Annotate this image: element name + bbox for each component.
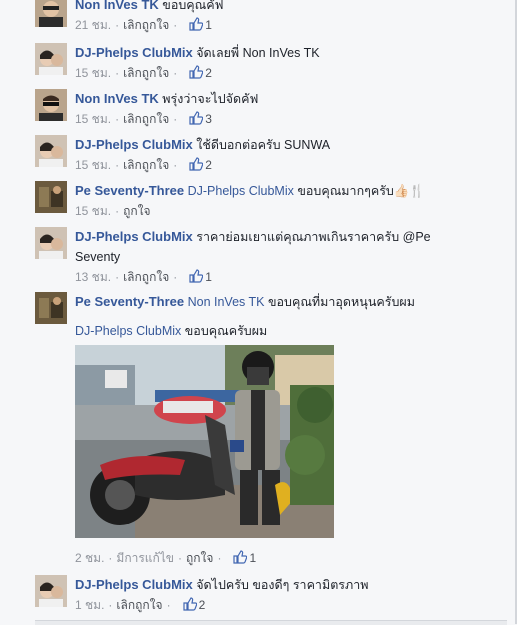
comment-meta: 21 ชม. · เลิกถูกใจ · 1 xyxy=(75,17,212,32)
comment-mention[interactable]: Non InVes TK xyxy=(188,295,265,309)
comment-mention[interactable]: DJ-Phelps ClubMix xyxy=(188,184,294,198)
edited-label[interactable]: มีการแก้ไข xyxy=(116,551,174,565)
avatar[interactable] xyxy=(35,0,67,27)
like-link[interactable]: เลิกถูกใจ xyxy=(123,112,169,126)
comment-time[interactable]: 1 ชม. xyxy=(75,598,104,612)
comment-meta: 13 ชม. · เลิกถูกใจ · 1 xyxy=(75,269,212,284)
comment-author[interactable]: DJ-Phelps ClubMix xyxy=(75,45,193,60)
like-count[interactable]: 1 xyxy=(205,18,212,32)
like-count[interactable]: 2 xyxy=(205,158,212,172)
thumbs-up-icon[interactable] xyxy=(189,157,204,171)
avatar[interactable] xyxy=(35,575,67,607)
comment-meta: 2 ชม. · มีการแก้ไข · ถูกใจ · 1 xyxy=(75,550,257,565)
like-count[interactable]: 3 xyxy=(205,112,212,126)
comment-meta: 15 ชม. · เลิกถูกใจ · 3 xyxy=(75,111,212,126)
like-link[interactable]: ถูกใจ xyxy=(186,551,213,565)
avatar[interactable] xyxy=(35,227,67,259)
thumbs-up-icon[interactable] xyxy=(182,597,197,611)
comment-author[interactable]: Pe Seventy-Three xyxy=(75,183,184,198)
comment-meta: 15 ชม. · เลิกถูกใจ · 2 xyxy=(75,157,212,172)
avatar[interactable] xyxy=(35,135,67,167)
comment-text-continued: Seventy xyxy=(75,250,121,264)
like-link[interactable]: เลิกถูกใจ xyxy=(123,270,169,284)
comment-author[interactable]: DJ-Phelps ClubMix xyxy=(75,229,193,244)
thumbs-up-icon[interactable] xyxy=(189,17,204,31)
comment-text: ขอบคุณคัฟ xyxy=(162,0,224,12)
avatar[interactable] xyxy=(35,292,67,324)
comment-author[interactable]: Non InVes TK xyxy=(75,0,159,12)
comment-time[interactable]: 15 ชม. xyxy=(75,158,111,172)
avatar[interactable] xyxy=(35,181,67,213)
comment-time[interactable]: 15 ชม. xyxy=(75,112,111,126)
comment-time[interactable]: 2 ชม. xyxy=(75,551,104,565)
comment-meta: 15 ชม. · ถูกใจ xyxy=(75,204,151,218)
comment-text: ขอบคุณที่มาอุดหนุนครับผม xyxy=(267,295,415,309)
comment-text: พรุ่งว่าจะไปจัดคัฟ xyxy=(162,92,259,106)
like-link[interactable]: ถูกใจ xyxy=(123,204,150,218)
avatar[interactable] xyxy=(35,89,67,121)
comment-text: จัดเลยพี่ Non InVes TK xyxy=(196,46,320,60)
comment-mention-2[interactable]: DJ-Phelps ClubMix xyxy=(75,324,181,338)
comment-author[interactable]: Pe Seventy-Three xyxy=(75,294,184,309)
comment-time[interactable]: 13 ชม. xyxy=(75,270,111,284)
like-link[interactable]: เลิกถูกใจ xyxy=(123,158,169,172)
thumbs-up-icon[interactable] xyxy=(233,550,248,564)
thumbs-up-icon[interactable] xyxy=(189,269,204,283)
like-count[interactable]: 1 xyxy=(205,270,212,284)
comment-text: ราคาย่อมเยาแต่คุณภาพเกินราคาครับ @Pe xyxy=(196,230,431,244)
comment-time[interactable]: 15 ชม. xyxy=(75,204,111,218)
like-link[interactable]: เลิกถูกใจ xyxy=(123,66,169,80)
comment-input-edge[interactable] xyxy=(35,620,507,625)
thumbs-up-icon[interactable] xyxy=(189,111,204,125)
comment-text-2: ขอบคุณครับผม xyxy=(184,324,268,338)
comment-author[interactable]: DJ-Phelps ClubMix xyxy=(75,577,193,592)
comment-author[interactable]: DJ-Phelps ClubMix xyxy=(75,137,193,152)
comment-time[interactable]: 21 ชม. xyxy=(75,18,111,32)
comment-text: ใช้ดีบอกต่อครับ SUNWA xyxy=(196,138,331,152)
comment-author[interactable]: Non InVes TK xyxy=(75,91,159,106)
comment-text: จัดไปครับ ของดีๆ ราคามิตรภาพ xyxy=(196,578,369,592)
thumbs-up-icon[interactable] xyxy=(189,65,204,79)
like-count[interactable]: 2 xyxy=(205,66,212,80)
attached-photo[interactable] xyxy=(75,345,334,538)
comment-time[interactable]: 15 ชม. xyxy=(75,66,111,80)
like-count[interactable]: 1 xyxy=(249,551,256,565)
avatar[interactable] xyxy=(35,43,67,75)
like-link[interactable]: เลิกถูกใจ xyxy=(123,18,169,32)
comment-meta: 1 ชม. · เลิกถูกใจ · 2 xyxy=(75,597,206,612)
like-count[interactable]: 2 xyxy=(199,598,206,612)
comment-meta: 15 ชม. · เลิกถูกใจ · 2 xyxy=(75,65,212,80)
like-link[interactable]: เลิกถูกใจ xyxy=(116,598,162,612)
comment-text: ขอบคุณมากๆครับ👍🏻🍴 xyxy=(297,184,425,198)
